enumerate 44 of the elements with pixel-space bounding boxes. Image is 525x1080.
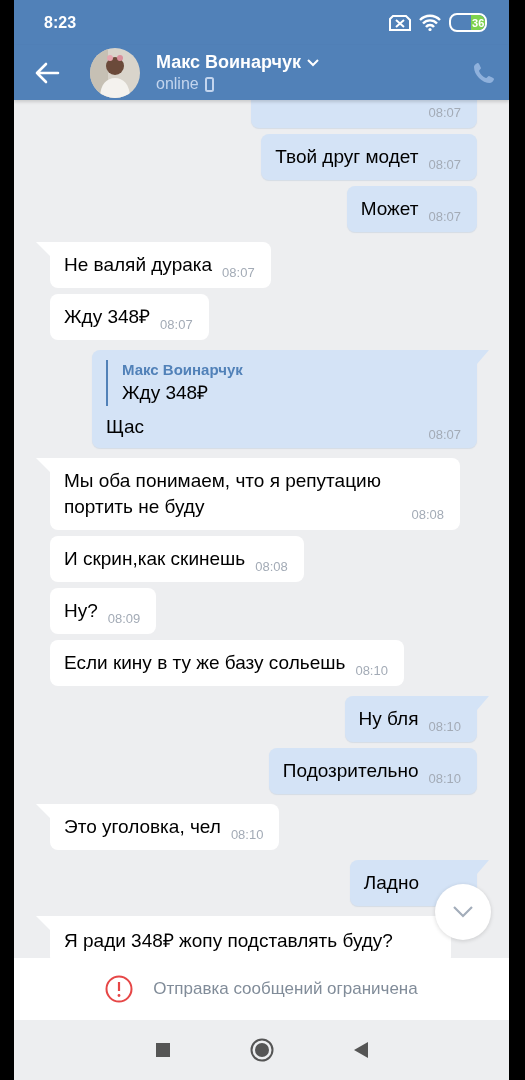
message-time: 08:09	[107, 612, 141, 626]
message-text: Ладно	[363, 871, 419, 895]
contact-name: Макс Воинарчук	[156, 52, 301, 73]
message-time: 08:07	[428, 158, 461, 172]
message-time: 08:08	[255, 560, 288, 574]
battery-icon: 36	[449, 13, 487, 32]
back-arrow-icon[interactable]	[34, 61, 60, 84]
message-text: Может	[360, 197, 419, 221]
quote-author: Макс Воинарчук	[122, 360, 244, 380]
message-time: 08:07	[160, 318, 193, 332]
chevron-down-icon[interactable]	[306, 58, 319, 67]
message-time: 08:07	[428, 106, 461, 120]
message-time: 08:07	[428, 210, 461, 224]
message-text: Я ради 348₽ жопу подставлять буду?	[64, 929, 393, 953]
message-text: Ну бля	[358, 707, 419, 731]
warning-icon	[105, 975, 134, 1003]
message-text: Ну?	[64, 599, 98, 623]
wifi-icon	[419, 14, 441, 31]
message-time: 08:10	[428, 772, 461, 786]
message-text: Если кину в ту же базу сольешь	[64, 651, 346, 675]
presence-status: online	[156, 75, 199, 93]
chevron-down-icon	[453, 906, 473, 918]
message-text: Щас	[106, 415, 145, 439]
sim-icon	[389, 14, 411, 31]
clock-time: 8:23	[44, 13, 77, 32]
message-text: И скрин,как скинешь	[64, 547, 246, 571]
message-text: Не валяй дурака	[64, 253, 213, 277]
message-time: 08:10	[428, 720, 461, 734]
back-icon[interactable]	[353, 1042, 368, 1058]
message-text: Твой друг модет	[275, 145, 419, 169]
restriction-notice: Отправка сообщений ограничена	[153, 979, 418, 999]
message-time: 08:10	[230, 828, 264, 842]
message-time: 08:07	[222, 266, 255, 280]
message-text: Подозрительно	[282, 759, 419, 783]
message-text: Мы оба понимаем, что я репутацию портить не буду	[64, 469, 382, 519]
home-icon[interactable]	[249, 1038, 274, 1062]
message-time: 08:10	[355, 664, 388, 678]
message-text: Это уголовка, чел	[64, 815, 221, 839]
message-text: Жду 348₽	[64, 305, 151, 329]
mobile-phone-icon	[204, 76, 214, 92]
message-time: 08:08	[411, 508, 444, 522]
message-time: 08:07	[428, 428, 461, 442]
quote-text: Жду 348₽	[122, 381, 210, 405]
recents-icon[interactable]	[155, 1043, 170, 1057]
